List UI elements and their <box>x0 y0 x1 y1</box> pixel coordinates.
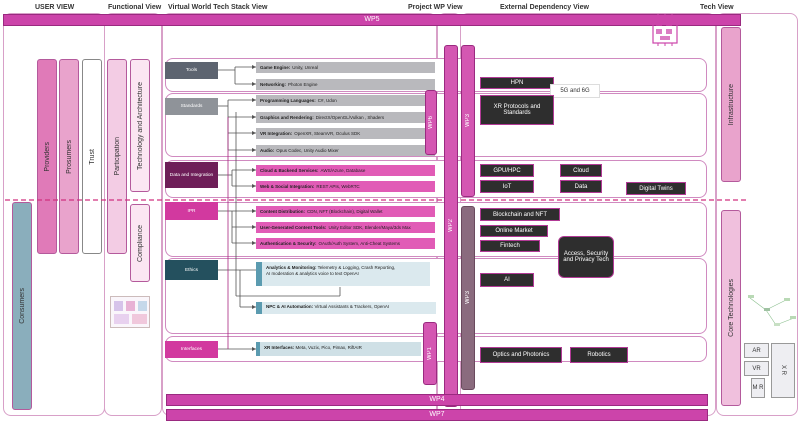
row-text: OpenXR, SteamVR, Oculus SDK <box>294 131 361 136</box>
row-game-engine: Game Engine: Unity, Unreal <box>256 62 435 73</box>
dep-5g-6g: 5G and 6G <box>550 84 600 98</box>
dep-gpu-hpc: GPU/HPC <box>480 164 534 177</box>
dep-access-security: Access, Security and Privacy Tech <box>558 236 614 278</box>
dep-xr-protocols: XR Protocols and Standards <box>480 95 554 125</box>
tech-mr: M R <box>751 378 765 398</box>
wp6-label: WP6 <box>428 115 434 129</box>
wp7-bar: WP7 <box>166 409 708 421</box>
dep-optics: Optics and Photonics <box>480 347 562 363</box>
row-text: Unity Editor SDK, Blender/Maya/3ds Max <box>328 225 411 230</box>
row-text: CDN, NFT (Blockchain), Digital Wallet <box>307 209 383 214</box>
dep-blockchain: Blockchain and NFT <box>480 208 560 221</box>
row-vr-integration: VR Integration: OpenXR, SteamVR, Oculus S… <box>256 128 435 139</box>
row-networking: Networking: Photon Engine <box>256 79 435 90</box>
tech-xr: X R <box>771 343 795 398</box>
row-text: Telemetry & Logging, Crash Reporting, <box>317 265 396 270</box>
dep-digital-twins: Digital Twins <box>626 182 686 195</box>
row-title: Cloud & Backend Services: <box>260 168 319 173</box>
row-title: Networking: <box>260 82 287 87</box>
row-title: Audio: <box>260 148 275 153</box>
tech-ar: AR <box>744 343 769 358</box>
row-text-2: AI moderation & analytics voice to text … <box>266 271 359 276</box>
wp6-bar: WP6 <box>425 90 437 155</box>
row-title: Graphics and Rendering: <box>260 115 314 120</box>
row-web-social: Web & Social Integration: REST APIs, WebR… <box>256 181 435 192</box>
row-auth-security: Authentication & Security: OAuth/Auth Sys… <box>256 238 435 249</box>
row-analytics: Analytics & Monitoring: Telemetry & Logg… <box>256 262 430 286</box>
wp2-bar: WP2 <box>444 45 458 407</box>
row-title: Programming Languages: <box>260 98 316 103</box>
row-text: AWS/Azure, Database <box>320 168 366 173</box>
dep-online-market: Online Market <box>480 225 548 237</box>
dep-data: Data <box>560 180 602 193</box>
row-title: Web & Social Integration: <box>260 184 315 189</box>
wp1-bar: WP1 <box>423 322 437 385</box>
row-title: NPC & AI Automation: <box>266 304 314 309</box>
row-text: Unity, Unreal <box>292 65 318 70</box>
wp2-label: WP2 <box>448 219 454 233</box>
wp1-label: WP1 <box>427 346 433 360</box>
dep-robotics: Robotics <box>570 347 628 363</box>
row-title: Content Distribution: <box>260 209 305 214</box>
row-title: User-Generated Content Tools: <box>260 225 327 230</box>
dep-ai: AI <box>480 273 534 287</box>
row-title: XR Interfaces: <box>264 345 295 350</box>
row-text: Opus Codec, Unity Audio Mixer <box>276 148 339 153</box>
row-text: Photon Engine <box>288 82 318 87</box>
wp4-bar: WP4 <box>166 394 708 406</box>
row-text: OAuth/Auth System, Anti-Cheat Systems <box>318 241 401 246</box>
wp3-top-bar: WP3 <box>461 45 475 197</box>
wp3-bottom-bar: WP3 <box>461 206 475 390</box>
infrastructure-label: Infrastructure <box>727 83 735 126</box>
row-title: Game Engine: <box>260 65 291 70</box>
row-programming: Programming Languages: C#, Udon <box>256 95 435 106</box>
row-content-dist: Content Distribution: CDN, NFT (Blockchai… <box>256 206 435 217</box>
row-title: Authentication & Security: <box>260 241 317 246</box>
row-graphics: Graphics and Rendering: DirectX/OpenGL/Vu… <box>256 112 435 123</box>
tech-vr: VR <box>744 361 769 376</box>
row-text: REST APIs, WebRTC <box>316 184 360 189</box>
core-tech-pill: Core Technologies <box>721 210 741 406</box>
row-ugc-tools: User-Generated Content Tools: Unity Edito… <box>256 222 435 233</box>
wp3-top-label: WP3 <box>465 114 471 128</box>
core-tech-label: Core Technologies <box>727 279 735 337</box>
row-text: C#, Udon <box>317 98 337 103</box>
row-npc-ai: NPC & AI Automation: Virtual Assistants … <box>256 302 436 314</box>
row-audio: Audio: Opus Codec, Unity Audio Mixer <box>256 145 435 156</box>
dep-iot: IoT <box>480 180 534 193</box>
infrastructure-pill: Infrastructure <box>721 27 741 182</box>
diagram-thumbnail <box>746 290 798 335</box>
row-text: Virtual Assistants & Trackers, OpenAI <box>314 304 390 309</box>
row-text: DirectX/OpenGL/Vulkan , Shaders <box>315 115 385 120</box>
row-text: Meta, Vuzix, Pico, Pimax, RiftAIR <box>295 345 362 350</box>
row-cloud-backend: Cloud & Backend Services: AWS/Azure, Data… <box>256 165 435 176</box>
dep-cloud: Cloud <box>560 164 602 177</box>
dep-fintech: Fintech <box>480 240 540 252</box>
row-title: Analytics & Monitoring: <box>266 265 317 270</box>
row-xr-interfaces: XR Interfaces: Meta, Vuzix, Pico, Pimax,… <box>256 342 421 356</box>
row-title: VR Integration: <box>260 131 293 136</box>
wp3-bottom-label: WP3 <box>465 291 471 305</box>
dep-hpn: HPN <box>480 77 554 89</box>
